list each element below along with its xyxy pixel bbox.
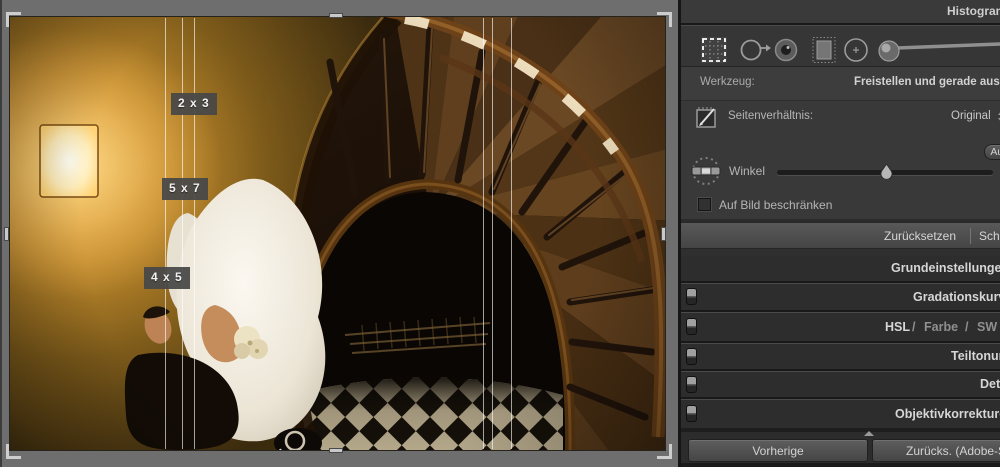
- panel-footer: Vorherige Zurücks. (Adobe-Standardeinst.…: [681, 432, 1000, 467]
- red-eye-icon[interactable]: [776, 40, 797, 61]
- aspect-value[interactable]: Original: [951, 110, 991, 122]
- spot-removal-icon[interactable]: [742, 41, 772, 60]
- crop-handle-bottom-left[interactable]: [6, 444, 21, 459]
- angle-level-icon: [690, 155, 723, 188]
- angle-slider-handle[interactable]: [880, 164, 893, 179]
- action-bar-divider: [970, 228, 971, 244]
- photo-canvas[interactable]: [10, 17, 665, 450]
- footer-edge: [681, 463, 1000, 467]
- panel-toggle[interactable]: [686, 376, 697, 393]
- graduated-filter-icon[interactable]: [813, 38, 835, 63]
- section-label-sep: /: [965, 320, 968, 334]
- section-label: Objektivkorrekturen: [895, 407, 1000, 421]
- adjustment-brush-icon[interactable]: [879, 41, 1000, 61]
- histogram-title: Histogramm: [947, 4, 1000, 18]
- crop-handle-bottom-right[interactable]: [657, 444, 672, 459]
- histogram-header[interactable]: Histogramm: [681, 0, 1000, 23]
- aspect-crop-icon: [694, 105, 720, 131]
- section-objektivkorrekturen[interactable]: Objektivkorrekturen: [681, 400, 1000, 428]
- panel-toggle[interactable]: [686, 318, 697, 335]
- staircase-photo: [10, 17, 665, 450]
- aspect-row: Seitenverhältnis: Original: [681, 100, 1000, 133]
- crop-guide-57-left: [182, 18, 183, 449]
- angle-label: Winkel: [729, 164, 765, 178]
- crop-handle-top[interactable]: [329, 13, 343, 18]
- develop-panel: Histogramm: [678, 0, 1000, 467]
- crop-guide-23-left: [194, 18, 195, 449]
- close-button[interactable]: Schließen: [979, 229, 1000, 243]
- constrain-checkbox[interactable]: [698, 198, 711, 211]
- ratio-label-4x5: 4 x 5: [144, 267, 190, 289]
- constrain-label: Auf Bild beschränken: [719, 198, 832, 212]
- window-edge: [0, 0, 2, 467]
- tool-strip: [681, 26, 1000, 67]
- panel-toggle[interactable]: [686, 348, 697, 365]
- section-gradationskurve[interactable]: Gradationskurve: [681, 284, 1000, 310]
- crop-tool-icon[interactable]: [701, 37, 727, 63]
- aspect-label: Seitenverhältnis:: [728, 110, 813, 122]
- divider: [681, 249, 1000, 256]
- image-workarea: 2 x 3 5 x 7 4 x 5: [0, 0, 678, 467]
- ratio-label-5x7: 5 x 7: [162, 178, 208, 200]
- lightroom-window: 2 x 3 5 x 7 4 x 5 Histogramm: [0, 0, 1000, 467]
- previous-button[interactable]: Vorherige: [688, 439, 868, 462]
- crop-guide-57-right: [492, 18, 493, 449]
- ratio-label-2x3: 2 x 3: [171, 93, 217, 115]
- section-label: Gradationskurve: [913, 290, 1000, 304]
- section-teiltonung[interactable]: Teiltonung: [681, 344, 1000, 369]
- constrain-row: Auf Bild beschränken: [681, 192, 1000, 219]
- reset-default-button[interactable]: Zurücks. (Adobe-Standardeinst.): [872, 439, 1000, 462]
- crop-handle-top-left[interactable]: [6, 12, 21, 27]
- section-label: Teiltonung: [951, 349, 1000, 363]
- tool-row: Werkzeug: Freistellen und gerade ausrich…: [681, 67, 1000, 100]
- section-label: Grundeinstellungen: [891, 261, 1000, 275]
- crop-handle-bottom[interactable]: [329, 448, 343, 453]
- crop-guide-45-right: [511, 18, 512, 449]
- tool-row-value: Freistellen und gerade ausrichten: [854, 76, 1000, 88]
- section-details[interactable]: Details: [681, 372, 1000, 397]
- section-grundeinstellungen[interactable]: Grundeinstellungen: [681, 256, 1000, 281]
- crop-guide-23-right: [483, 18, 484, 449]
- reset-button[interactable]: Zurücksetzen: [884, 229, 956, 243]
- crop-handle-right[interactable]: [661, 227, 666, 241]
- radial-filter-icon[interactable]: [845, 39, 867, 61]
- section-label-sep: /: [912, 320, 915, 334]
- tool-action-bar: Zurücksetzen Schließen: [681, 222, 1000, 249]
- section-label-sw: SW: [977, 320, 997, 334]
- tool-row-label: Werkzeug:: [700, 76, 755, 88]
- panel-toggle[interactable]: [686, 405, 697, 422]
- collapse-arrow-icon[interactable]: [864, 431, 874, 436]
- crop-handle-left[interactable]: [4, 227, 9, 241]
- section-label: Details: [980, 377, 1000, 391]
- section-label-hsl: HSL: [885, 320, 910, 334]
- auto-button[interactable]: Autom.: [984, 144, 1000, 160]
- section-hsl-farbe-sw[interactable]: HSL / Farbe / SW: [681, 313, 1000, 341]
- panel-toggle[interactable]: [686, 288, 697, 305]
- crop-handle-top-right[interactable]: [657, 12, 672, 27]
- section-label-farbe: Farbe: [924, 320, 958, 334]
- angle-row: Autom. Winkel: [681, 133, 1000, 192]
- crop-guide-45-left: [165, 18, 166, 449]
